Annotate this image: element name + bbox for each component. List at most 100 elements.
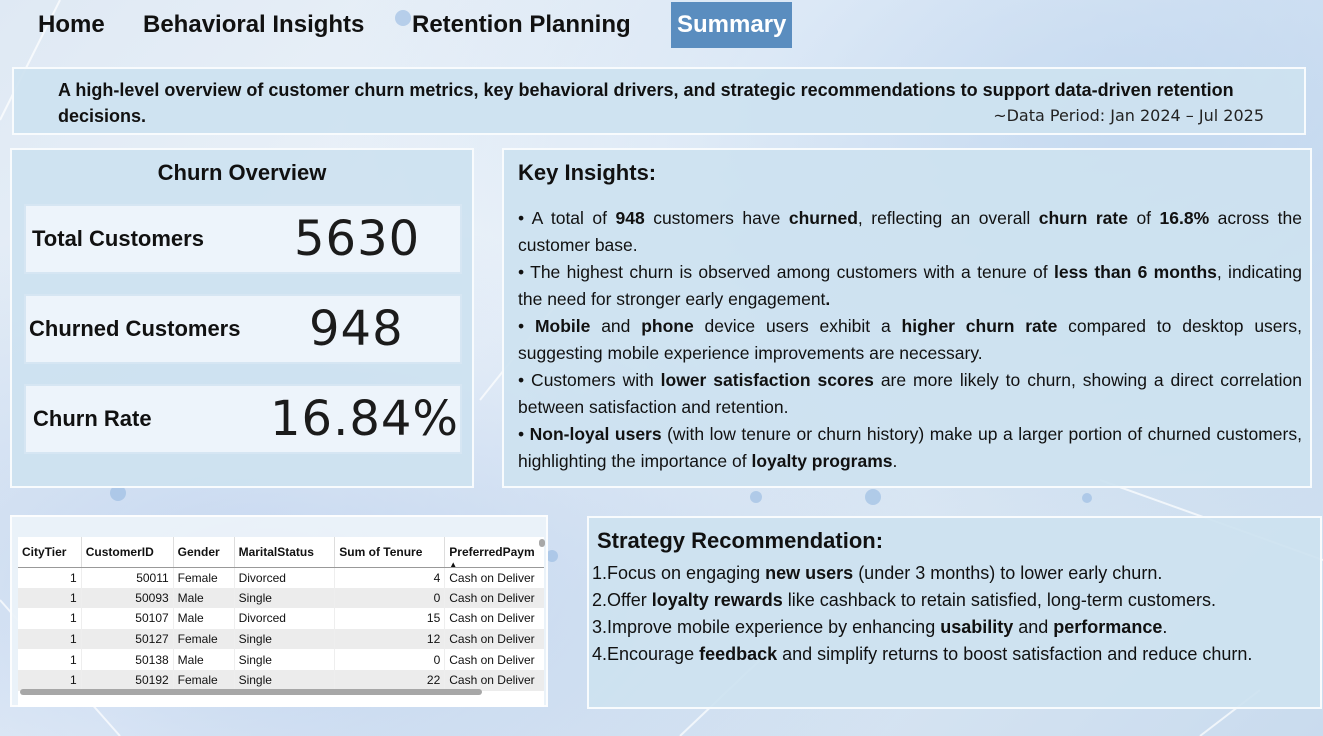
table-cell: Divorced [234, 567, 336, 588]
table-cell: 50138 [81, 649, 174, 670]
column-header[interactable]: Sum of Tenure [334, 537, 446, 568]
body-text: • Customers with [518, 370, 661, 390]
table-row[interactable]: 1 50011 Female Divorced 4 Cash on Deliver [18, 567, 544, 588]
body-text: like cashback to retain satisfied, long-… [782, 590, 1216, 610]
table-cell: Male [173, 649, 235, 670]
emphasis-text: performance [1053, 617, 1163, 637]
body-text: device users exhibit a [693, 316, 902, 336]
table-scroll-area[interactable]: CityTier CustomerID Gender MaritalStatus Sum… [18, 537, 544, 707]
table-cell: Single [234, 587, 336, 609]
tab-home[interactable]: Home [32, 2, 111, 48]
table-cell: Male [173, 587, 235, 609]
table-cell: 1 [18, 628, 82, 650]
data-period: ~Data Period: Jan 2024 – Jul 2025 [993, 106, 1264, 125]
table-cell: 1 [18, 649, 82, 670]
column-header[interactable]: Gender [173, 537, 235, 568]
strategy-title: Strategy Recommendation: [597, 528, 884, 553]
body-text: . [1162, 617, 1168, 637]
insight-item: • Non-loyal users (with low tenure or ch… [518, 421, 1302, 475]
table-cell: 4 [334, 567, 446, 588]
kpi-value: 5630 [294, 211, 421, 267]
table-row[interactable]: 1 50093 Male Single 0 Cash on Deliver [18, 587, 544, 609]
strategy-recommendation-panel: Strategy Recommendation: 1.Focus on enga… [587, 516, 1322, 709]
table-cell: Female [173, 628, 235, 650]
body-text: • A total of [518, 208, 616, 228]
table-cell: 50127 [81, 628, 174, 650]
churn-overview-panel: Churn Overview Total Customers 5630 Chur… [10, 148, 474, 488]
tab-summary[interactable]: Summary [671, 2, 793, 48]
body-text: 4.Encourage [592, 644, 700, 664]
table-cell: 1 [18, 587, 82, 609]
emphasis-text: Mobile [534, 316, 591, 336]
table-cell: 1 [18, 608, 82, 629]
column-header[interactable]: CityTier [18, 537, 82, 568]
sort-ascending-icon[interactable]: ▲ [449, 560, 457, 569]
strategy-item: 2.Offer loyalty rewards like cashback to… [592, 587, 1322, 614]
table-cell: Cash on Deliver [444, 587, 544, 609]
kpi-card-total-customers[interactable]: Total Customers 5630 [24, 204, 462, 274]
body-text: and [1013, 617, 1054, 637]
vertical-scrollbar[interactable] [539, 539, 545, 547]
churn-overview-title: Churn Overview [157, 160, 327, 185]
emphasis-text: less than 6 months [1053, 262, 1217, 282]
body-text: • [518, 316, 535, 336]
table-cell: Divorced [234, 608, 336, 629]
table-cell: Cash on Deliver [444, 628, 544, 650]
emphasis-text: usability [940, 617, 1014, 637]
table-row[interactable]: 1 50138 Male Single 0 Cash on Deliver [18, 649, 544, 670]
column-header[interactable]: CustomerID [81, 537, 174, 568]
emphasis-text: . [825, 289, 831, 309]
body-text: and [590, 316, 642, 336]
body-text: . [892, 451, 898, 471]
customer-table-visual: CityTier CustomerID Gender MaritalStatus Sum… [10, 515, 548, 707]
table-cell: Female [173, 669, 235, 691]
column-header[interactable]: PreferredPaym ▲ [444, 537, 544, 569]
table-cell: Single [234, 649, 336, 670]
summary-header-panel: A high-level overview of customer churn … [12, 67, 1306, 135]
table-cell: 15 [334, 608, 446, 629]
body-text: 3.Improve mobile experience by enhancing [592, 617, 941, 637]
emphasis-text: new users [765, 563, 854, 583]
horizontal-scrollbar[interactable] [20, 689, 482, 695]
table-cell: 50011 [81, 567, 174, 588]
table-row[interactable]: 1 50192 Female Single 22 Cash on Deliver [18, 669, 544, 691]
strategy-item: 1.Focus on engaging new users (under 3 m… [592, 560, 1322, 587]
body-text: • The highest churn is observed among cu… [518, 262, 1054, 282]
key-insights-panel: Key Insights: • A total of 948 customers… [502, 148, 1312, 488]
table-cell: 0 [334, 649, 446, 670]
tab-behavioral-insights[interactable]: Behavioral Insights [137, 2, 370, 48]
emphasis-text: 948 [615, 208, 645, 228]
kpi-card-churned-customers[interactable]: Churned Customers 948 [24, 294, 462, 364]
table-cell: 50093 [81, 587, 174, 609]
strategy-item: 4.Encourage feedback and simplify return… [592, 641, 1322, 668]
column-header[interactable]: MaritalStatus [234, 537, 336, 568]
key-insights-list: • A total of 948 customers have churned,… [518, 205, 1302, 475]
top-nav: Home Behavioral Insights Retention Plann… [0, 0, 1323, 52]
table-header-row: CityTier CustomerID Gender MaritalStatus Sum… [18, 537, 544, 569]
emphasis-text: lower satisfaction scores [660, 370, 874, 390]
table-row[interactable]: 1 50127 Female Single 12 Cash on Deliver [18, 628, 544, 650]
tab-retention-planning[interactable]: Retention Planning [406, 2, 637, 48]
insight-item: • Mobile and phone device users exhibit … [518, 313, 1302, 367]
table-cell: Cash on Deliver [444, 608, 544, 629]
emphasis-text: loyalty programs [751, 451, 893, 471]
table-cell: Cash on Deliver [444, 649, 544, 670]
body-text: customers have [644, 208, 789, 228]
emphasis-text: 16.8% [1159, 208, 1210, 228]
kpi-label: Churn Rate [33, 406, 152, 431]
kpi-card-churn-rate[interactable]: Churn Rate 16.84% [24, 384, 462, 454]
table-cell: 0 [334, 587, 446, 609]
kpi-value: 16.84% [270, 391, 460, 447]
table-cell: 50192 [81, 669, 174, 691]
table-cell: 12 [334, 628, 446, 650]
table-cell: 1 [18, 669, 82, 691]
table-cell: 1 [18, 567, 82, 588]
emphasis-text: feedback [699, 644, 778, 664]
emphasis-text: loyalty rewards [651, 590, 783, 610]
table-cell: Male [173, 608, 235, 629]
emphasis-text: churn rate [1038, 208, 1128, 228]
table-row[interactable]: 1 50107 Male Divorced 15 Cash on Deliver [18, 608, 544, 629]
table-cell: Single [234, 628, 336, 650]
customer-table: CityTier CustomerID Gender MaritalStatus Sum… [18, 537, 544, 691]
table-cell: Single [234, 669, 336, 691]
